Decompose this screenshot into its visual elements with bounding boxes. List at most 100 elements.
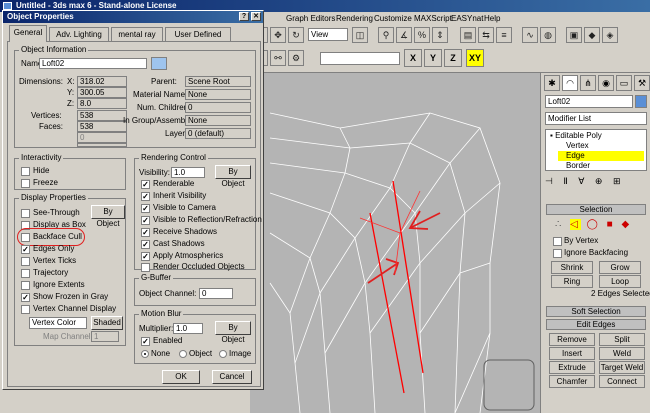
image-radio[interactable] bbox=[219, 350, 227, 358]
object-radio[interactable] bbox=[179, 350, 187, 358]
vertex-ticks-checkbox[interactable] bbox=[21, 257, 30, 266]
stack-item-editable-poly[interactable]: ▪ Editable Poly bbox=[550, 131, 602, 141]
stack-item-vertex[interactable]: Vertex bbox=[566, 141, 589, 151]
tab-general[interactable]: General bbox=[9, 25, 47, 42]
object-color-swatch[interactable] bbox=[635, 95, 647, 108]
help-icon[interactable]: ? bbox=[239, 12, 249, 21]
object-name-field[interactable]: Loft02 bbox=[545, 95, 633, 108]
weld-button[interactable]: Weld bbox=[599, 347, 645, 360]
tab-adv-lighting[interactable]: Adv. Lighting bbox=[49, 27, 109, 41]
align-icon[interactable]: ≡ bbox=[496, 27, 512, 43]
menu-customize[interactable]: Customize bbox=[374, 13, 412, 24]
display-tab-icon[interactable]: ▭ bbox=[616, 75, 632, 91]
tab-user-defined[interactable]: User Defined bbox=[165, 27, 231, 41]
selection-filter-combo[interactable] bbox=[320, 52, 400, 65]
apply-atmospherics-checkbox[interactable]: ✓ bbox=[141, 252, 150, 261]
motion-tab-icon[interactable]: ◉ bbox=[598, 75, 614, 91]
ignore-extents-checkbox[interactable] bbox=[21, 281, 30, 290]
stack-controls[interactable]: ⊣ Ⅱ ∀ ⊕ ⊞ bbox=[545, 175, 647, 187]
percent-snap-icon[interactable]: % bbox=[414, 27, 430, 43]
hierarchy-tab-icon[interactable]: ⋔ bbox=[580, 75, 596, 91]
enabled-checkbox[interactable]: ✓ bbox=[141, 337, 150, 346]
move-icon[interactable]: ✥ bbox=[270, 27, 286, 43]
stack-item-border[interactable]: Border bbox=[566, 161, 590, 170]
ignore-backfacing-checkbox[interactable] bbox=[553, 249, 562, 258]
menu-easynat[interactable]: EASYnat bbox=[451, 13, 483, 24]
inherit-visibility-checkbox[interactable]: ✓ bbox=[141, 192, 150, 201]
multiplier-field[interactable]: 1.0 bbox=[173, 323, 203, 334]
loop-button[interactable]: Loop bbox=[599, 275, 641, 288]
renderable-checkbox[interactable]: ✓ bbox=[141, 180, 150, 189]
name-field[interactable]: Loft02 bbox=[39, 58, 147, 69]
vertex-channel-checkbox[interactable] bbox=[21, 305, 30, 314]
render-scene-icon[interactable]: ▣ bbox=[566, 27, 582, 43]
grow-button[interactable]: Grow bbox=[599, 261, 641, 274]
by-vertex-checkbox[interactable] bbox=[553, 237, 562, 246]
ok-button[interactable]: OK bbox=[162, 370, 200, 384]
render-last-icon[interactable]: ◈ bbox=[602, 27, 618, 43]
edges-only-checkbox[interactable]: ✓ bbox=[21, 245, 30, 254]
insert-vertex-button[interactable]: Insert Vertex bbox=[549, 347, 595, 369]
named-selection-icon[interactable]: ▤ bbox=[460, 27, 476, 43]
snap-icon[interactable]: ⚲ bbox=[378, 27, 394, 43]
object-color-swatch[interactable] bbox=[151, 57, 167, 70]
none-radio[interactable] bbox=[141, 350, 149, 358]
curve-editor-icon[interactable]: ∿ bbox=[522, 27, 538, 43]
cancel-button[interactable]: Cancel bbox=[212, 370, 252, 384]
vertex-color-combo[interactable]: Vertex Color bbox=[29, 317, 87, 329]
utilities-tab-icon[interactable]: ⚒ bbox=[634, 75, 650, 91]
trajectory-checkbox[interactable] bbox=[21, 269, 30, 278]
subobject-icons[interactable]: ∴ ◁ ◯ ■ ◆ bbox=[555, 218, 635, 232]
axis-y-button[interactable]: Y bbox=[424, 49, 442, 67]
stack-item-edge[interactable]: Edge bbox=[558, 151, 644, 161]
viewport[interactable] bbox=[250, 73, 540, 413]
map-channel-value[interactable]: 1 bbox=[91, 331, 119, 342]
visible-camera-checkbox[interactable]: ✓ bbox=[141, 204, 150, 213]
visibility-field[interactable]: 1.0 bbox=[171, 167, 205, 178]
rotate-icon[interactable]: ↻ bbox=[288, 27, 304, 43]
create-tab-icon[interactable]: ✱ bbox=[544, 75, 560, 91]
display-by-object-button[interactable]: By Object bbox=[91, 205, 125, 228]
axis-x-button[interactable]: X bbox=[404, 49, 422, 67]
menu-rendering[interactable]: Rendering bbox=[336, 13, 373, 24]
freeze-checkbox[interactable] bbox=[21, 179, 30, 188]
hide-checkbox[interactable] bbox=[21, 167, 30, 176]
receive-shadows-checkbox[interactable]: ✓ bbox=[141, 228, 150, 237]
split-button[interactable]: Split bbox=[599, 333, 645, 346]
menu-maxscript[interactable]: MAXScript bbox=[414, 13, 452, 24]
soft-selection-rollout[interactable]: Soft Selection bbox=[546, 306, 646, 317]
show-frozen-checkbox[interactable]: ✓ bbox=[21, 293, 30, 302]
object-channel-field[interactable]: 0 bbox=[199, 288, 233, 299]
target-weld-button[interactable]: Target Weld bbox=[599, 361, 645, 374]
quick-render-icon[interactable]: ◆ bbox=[584, 27, 600, 43]
reference-coord-combo[interactable]: View bbox=[308, 28, 348, 41]
modify-tab-icon[interactable]: ◠ bbox=[562, 75, 578, 91]
close-icon[interactable]: ✕ bbox=[251, 12, 261, 21]
pivot-icon[interactable]: ◫ bbox=[352, 27, 368, 43]
bind-space-warp-icon[interactable]: ⚙ bbox=[288, 50, 304, 66]
modifier-list-combo[interactable]: Modifier List bbox=[545, 112, 647, 125]
render-occluded-checkbox[interactable] bbox=[141, 263, 150, 272]
menu-graph-editors[interactable]: Graph Editors bbox=[286, 13, 335, 24]
remove-button[interactable]: Remove bbox=[549, 333, 595, 346]
shrink-button[interactable]: Shrink bbox=[551, 261, 593, 274]
cast-shadows-checkbox[interactable]: ✓ bbox=[141, 240, 150, 249]
spinner-snap-icon[interactable]: ⇕ bbox=[432, 27, 448, 43]
material-editor-icon[interactable]: ◍ bbox=[540, 27, 556, 43]
extrude-button[interactable]: Extrude bbox=[549, 361, 595, 374]
unlink-icon[interactable]: ⚯ bbox=[270, 50, 286, 66]
ring-button[interactable]: Ring bbox=[551, 275, 593, 288]
rendering-by-object-button[interactable]: By Object bbox=[215, 165, 251, 188]
motion-blur-by-object-button[interactable]: By Object bbox=[215, 321, 251, 344]
mirror-icon[interactable]: ⇆ bbox=[478, 27, 494, 43]
angle-snap-icon[interactable]: ∡ bbox=[396, 27, 412, 43]
menu-help[interactable]: Help bbox=[484, 13, 500, 24]
chamfer-button[interactable]: Chamfer bbox=[549, 375, 595, 388]
see-through-checkbox[interactable] bbox=[21, 209, 30, 218]
axis-xy-button[interactable]: XY bbox=[466, 49, 484, 67]
connect-button[interactable]: Connect bbox=[599, 375, 645, 388]
selection-rollout[interactable]: Selection bbox=[546, 204, 646, 215]
axis-z-button[interactable]: Z bbox=[444, 49, 462, 67]
visible-reflection-checkbox[interactable]: ✓ bbox=[141, 216, 150, 225]
edit-edges-rollout[interactable]: Edit Edges bbox=[546, 319, 646, 330]
